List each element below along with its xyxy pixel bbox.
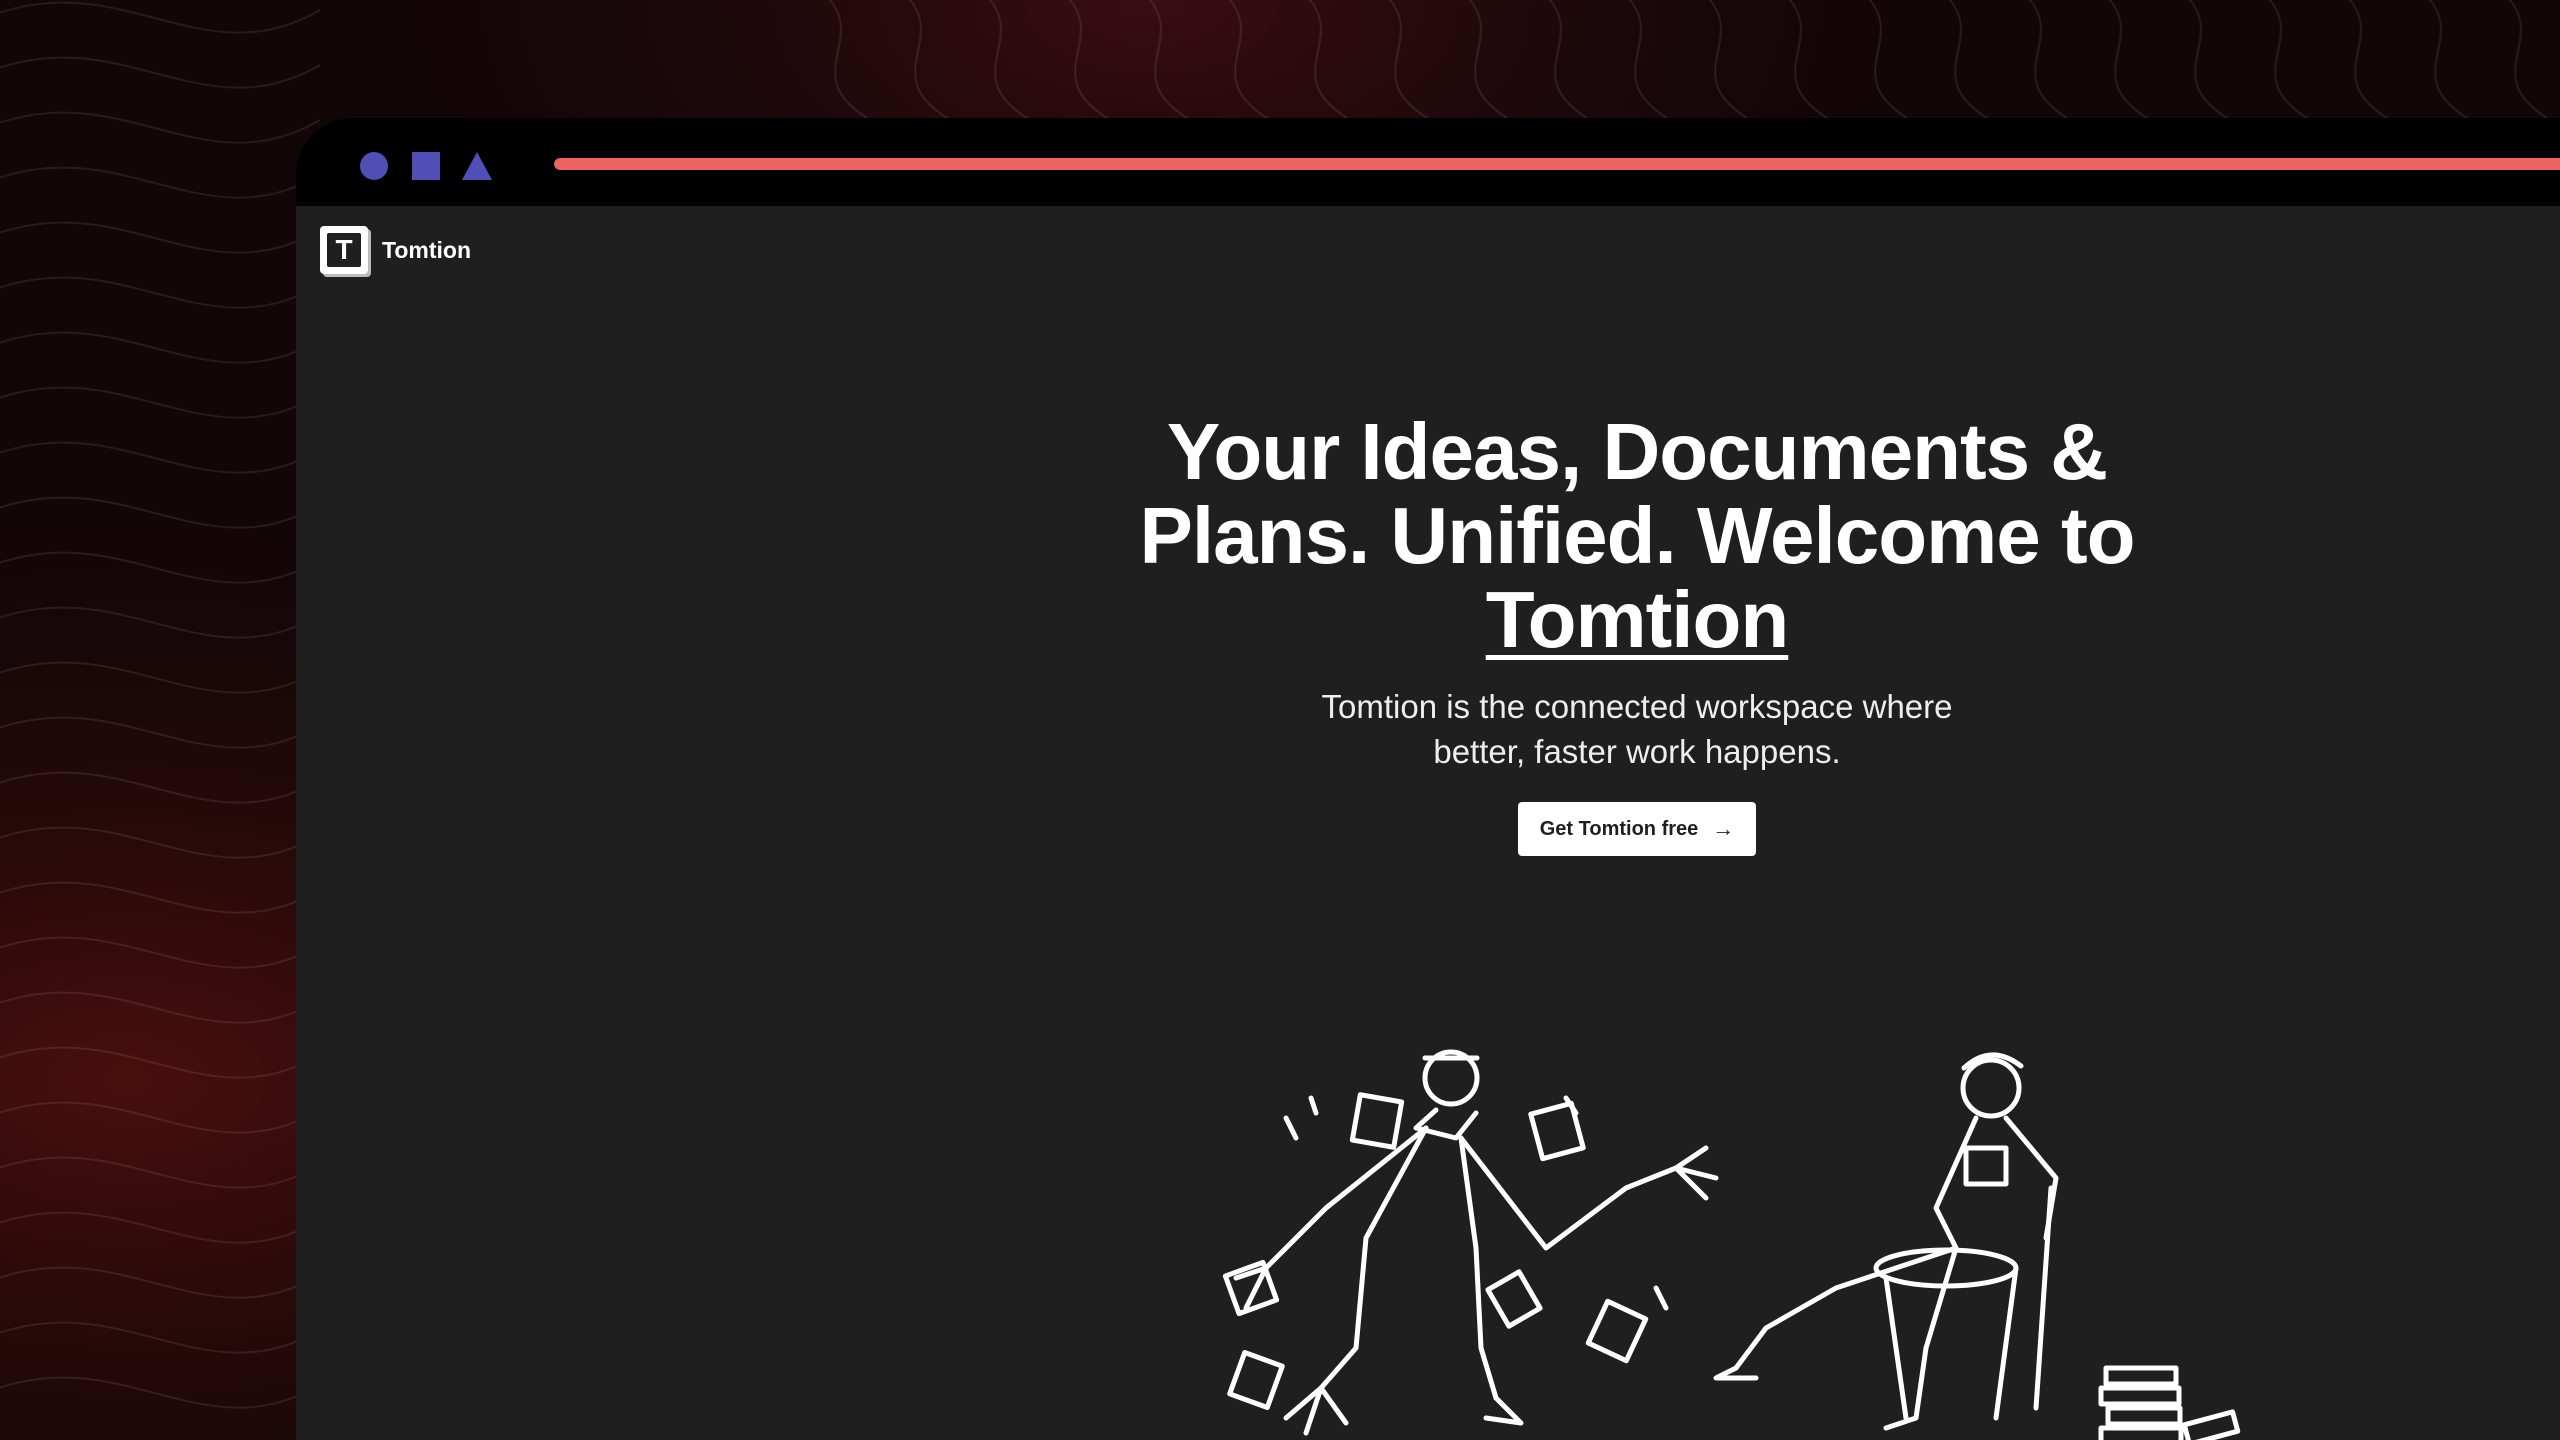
progress-fill [554, 158, 2560, 170]
browser-window: T Tomtion Your Ideas, Documents & Plans.… [296, 118, 2560, 1440]
woman-reading-illustration [1713, 1052, 2241, 1440]
get-started-button[interactable]: Get Tomtion free → [1517, 802, 1757, 856]
triangle-icon[interactable] [462, 152, 492, 180]
loading-progress-bar [554, 158, 2560, 170]
hero-section: Your Ideas, Documents & Plans. Unified. … [1092, 410, 2182, 856]
headline-link[interactable]: Tomtion [1486, 575, 1790, 664]
tomtion-logo-icon: T [320, 226, 368, 274]
headline-text: Your Ideas, Documents & Plans. Unified. … [1139, 407, 2136, 580]
arrow-right-icon: → [1712, 816, 1735, 841]
hero-subtitle: Tomtion is the connected workspace where… [1321, 688, 1953, 770]
hero-headline: Your Ideas, Documents & Plans. Unified. … [1092, 410, 2182, 662]
brand-name: Tomtion [382, 236, 471, 263]
circle-icon[interactable] [360, 152, 388, 180]
window-chrome [296, 118, 2560, 206]
cta-label: Get Tomtion free [1539, 817, 1699, 840]
brand[interactable]: T Tomtion [320, 226, 471, 274]
hero-illustration [1222, 1049, 2241, 1440]
square-icon[interactable] [412, 152, 440, 180]
man-juggling-illustration [1222, 1049, 1719, 1436]
